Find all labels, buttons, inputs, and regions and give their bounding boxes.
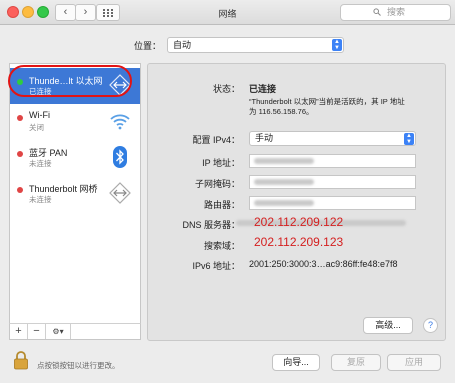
wifi-icon <box>108 109 132 133</box>
location-value: 自动 <box>173 40 192 50</box>
location-label: 位置： <box>134 41 162 51</box>
location-select[interactable]: 自动 ▲ ▼ <box>167 37 344 53</box>
search-domain-value[interactable]: 202.112.209.123 <box>254 235 343 249</box>
status-label: 状态： <box>212 84 240 94</box>
service-status: 未连接 <box>29 195 52 204</box>
status-dot-red <box>17 151 23 157</box>
service-name: Wi-Fi <box>29 110 50 120</box>
revert-button[interactable]: 复原 <box>331 354 381 371</box>
question-mark-icon: ? <box>427 320 433 330</box>
status-dot-red <box>17 187 23 193</box>
config-ipv4-value: 手动 <box>255 133 274 143</box>
lock-icon <box>13 351 29 372</box>
service-status: 关闭 <box>29 123 44 132</box>
network-preferences-window: ‹ › 网络 搜索 位置： 自动 ▲ ▼ Thunde…lt 以太网 已连接 W… <box>0 0 455 383</box>
gear-menu-button[interactable]: ⚙▾ <box>46 324 71 339</box>
status-dot-red <box>17 115 23 121</box>
assist-me-button[interactable]: 向导... <box>272 354 320 371</box>
config-ipv4-select[interactable]: 手动 ▲ ▼ <box>249 131 416 146</box>
service-status: 未连接 <box>29 159 52 168</box>
router-label: 路由器： <box>203 200 240 210</box>
highlight-annotation <box>8 65 132 97</box>
status-description-line2: 为 116.56.158.76。 <box>249 107 314 116</box>
search-icon <box>373 5 381 21</box>
redacted-value <box>254 179 314 185</box>
service-item-thunderbolt-bridge[interactable]: Thunderbolt 网桥 未连接 <box>10 176 140 212</box>
updown-chevron-icon: ▲ ▼ <box>404 133 414 145</box>
config-ipv4-label: 配置 IPv4： <box>192 135 240 145</box>
router-field[interactable] <box>249 196 416 210</box>
ipv6-address-label: IPv6 地址： <box>192 261 240 271</box>
ethernet-icon <box>108 181 132 205</box>
lock-button[interactable] <box>13 350 29 372</box>
subnet-mask-field[interactable] <box>249 175 416 189</box>
dns-server-label: DNS 服务器： <box>182 220 240 230</box>
status-value: 已连接 <box>249 84 277 94</box>
service-list-toolbar: + − ⚙▾ <box>9 323 141 340</box>
gear-icon: ⚙▾ <box>52 327 64 336</box>
lock-hint-text: 点按锁按钮以进行更改。 <box>37 361 120 370</box>
redacted-value <box>254 158 314 164</box>
help-button[interactable]: ? <box>423 318 438 333</box>
redacted-value <box>254 200 314 206</box>
search-field[interactable]: 搜索 <box>340 4 451 21</box>
bluetooth-icon <box>108 145 132 169</box>
apply-button[interactable]: 应用 <box>387 354 441 371</box>
add-service-button[interactable]: + <box>10 324 28 339</box>
updown-chevron-icon: ▲ ▼ <box>332 39 342 51</box>
dns-server-value[interactable]: 202.112.209.122 <box>254 215 343 229</box>
subnet-mask-label: 子网掩码： <box>194 179 240 189</box>
service-list: Thunde…lt 以太网 已连接 Wi-Fi 关闭 蓝牙 PAN 未连接 Th… <box>9 63 141 325</box>
search-domain-label: 搜索域： <box>203 241 240 251</box>
ip-address-field[interactable] <box>249 154 416 168</box>
remove-service-button[interactable]: − <box>28 324 46 339</box>
ip-address-label: IP 地址： <box>202 158 240 168</box>
service-item-wifi[interactable]: Wi-Fi 关闭 <box>10 104 140 140</box>
title-bar: ‹ › 网络 搜索 <box>0 0 455 25</box>
search-placeholder: 搜索 <box>387 7 406 17</box>
advanced-button[interactable]: 高级... <box>363 317 413 334</box>
ipv6-address-value: 2001:250:3000:3…ac9:86ff:fe48:e7f8 <box>249 259 398 269</box>
service-item-bluetooth-pan[interactable]: 蓝牙 PAN 未连接 <box>10 140 140 176</box>
